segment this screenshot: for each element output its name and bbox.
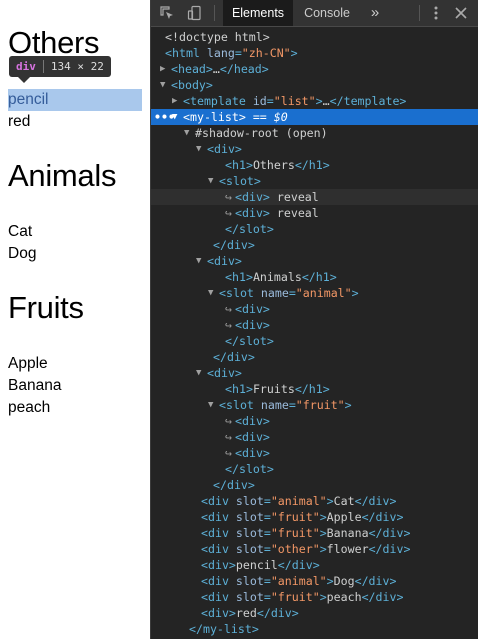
dom-node[interactable]: ↪ <div> reveal [151,189,478,205]
dom-node[interactable]: <div slot="fruit">peach</div> [151,589,478,605]
list-item-dog: Dog [8,245,37,262]
dom-node[interactable]: <div slot="animal">Dog</div> [151,573,478,589]
slot-link-icon[interactable]: ↪ [225,445,232,461]
dom-node[interactable]: </slot> [151,333,478,349]
slot-link-icon[interactable]: ↪ [225,301,232,317]
dom-node[interactable]: <h1>Fruits</h1> [151,381,478,397]
dom-node[interactable]: ▼ <slot name="fruit"> [151,397,478,413]
dom-node[interactable]: ▼ <slot name="animal"> [151,285,478,301]
dom-node[interactable]: </my-list> [151,621,478,637]
dom-node[interactable]: ▼ <div> [151,141,478,157]
more-tools-icon[interactable]: » [365,0,385,26]
dom-tree[interactable]: <!doctype html> <html lang="zh-CN"> ▶ <head… [151,27,478,639]
page-preview: Others div 134 × 22 pencil red Animals C… [0,0,150,639]
device-toolbar-icon[interactable] [187,5,203,21]
collapse-arrow-icon[interactable]: ▼ [208,285,213,301]
dom-node[interactable]: ↪ <div> reveal [151,205,478,221]
dom-node[interactable]: ↪ <div> [151,301,478,317]
kebab-menu-icon[interactable] [434,5,438,21]
dom-node[interactable]: <h1>Animals</h1> [151,269,478,285]
slot-link-icon[interactable]: ↪ [225,189,232,205]
inspect-tooltip: div 134 × 22 [9,56,111,83]
expand-arrow-icon[interactable]: ▶ [172,93,177,109]
dom-node[interactable]: <div slot="fruit">Apple</div> [151,509,478,525]
node-menu-icon[interactable]: ••• [154,109,175,125]
expand-arrow-icon[interactable]: ▶ [160,61,165,77]
dom-node[interactable]: ↪ <div> [151,429,478,445]
list-item-pencil: pencil [8,91,49,108]
tab-console[interactable]: Console [299,0,355,26]
collapse-arrow-icon[interactable]: ▼ [208,173,213,189]
tooltip-dimensions: 134 × 22 [50,60,104,73]
dom-node[interactable]: ▼ <div> [151,253,478,269]
inspect-element-icon[interactable] [159,5,175,21]
dom-node[interactable]: </slot> [151,461,478,477]
slot-link-icon[interactable]: ↪ [225,317,232,333]
dom-node[interactable]: <!doctype html> [151,29,478,45]
dom-node[interactable]: ▶ <template id="list">…</template> [151,93,478,109]
close-icon[interactable] [454,6,468,20]
dom-node[interactable]: ▼ <div> [151,365,478,381]
dom-node[interactable]: <html lang="zh-CN"> [151,45,478,61]
dom-node[interactable]: ▶ <head>…</head> [151,61,478,77]
dom-node[interactable]: <div>red</div> [151,605,478,621]
devtools-toolbar: Elements Console » [151,0,478,27]
slot-link-icon[interactable]: ↪ [225,413,232,429]
collapse-arrow-icon[interactable]: ▼ [196,141,201,157]
list-item-cat: Cat [8,223,33,240]
collapse-arrow-icon[interactable]: ▼ [196,365,201,381]
heading-animals: Animals [8,158,117,193]
dom-node[interactable]: </div> [151,477,478,493]
dom-node[interactable]: <div slot="other">flower</div> [151,541,478,557]
slot-link-icon[interactable]: ↪ [225,205,232,221]
dom-node[interactable]: ▼ <slot> [151,173,478,189]
dom-node[interactable]: ▼ #shadow-root (open) [151,125,478,141]
dom-node[interactable]: </div> [151,237,478,253]
collapse-arrow-icon[interactable]: ▼ [184,125,189,141]
tooltip-tag: div [16,60,36,73]
dom-node[interactable]: ▼ <body> [151,77,478,93]
dom-node[interactable]: ↪ <div> [151,413,478,429]
dom-node[interactable]: </slot> [151,221,478,237]
list-item-banana: Banana [8,377,62,394]
tab-elements[interactable]: Elements [223,0,293,26]
list-item-peach: peach [8,399,51,416]
collapse-arrow-icon[interactable]: ▼ [208,397,213,413]
heading-fruits: Fruits [8,290,84,325]
list-item-apple: Apple [8,355,48,372]
dom-node[interactable]: <div slot="fruit">Banana</div> [151,525,478,541]
collapse-arrow-icon[interactable]: ▼ [160,77,165,93]
slot-link-icon[interactable]: ↪ [225,429,232,445]
dom-node[interactable]: <div>pencil</div> [151,557,478,573]
dom-node[interactable]: <div slot="animal">Cat</div> [151,493,478,509]
collapse-arrow-icon[interactable]: ▼ [196,253,201,269]
dom-node[interactable]: ↪ <div> [151,317,478,333]
list-item-red: red [8,113,31,130]
devtools-panel: Elements Console » <!doctype html> <html … [150,0,478,639]
dom-node[interactable]: ↪ <div> [151,445,478,461]
dom-node[interactable]: <h1>Others</h1> [151,157,478,173]
dom-node[interactable]: </div> [151,349,478,365]
dom-node[interactable]: ▼ <my-list> == $0 ••• [151,109,478,125]
